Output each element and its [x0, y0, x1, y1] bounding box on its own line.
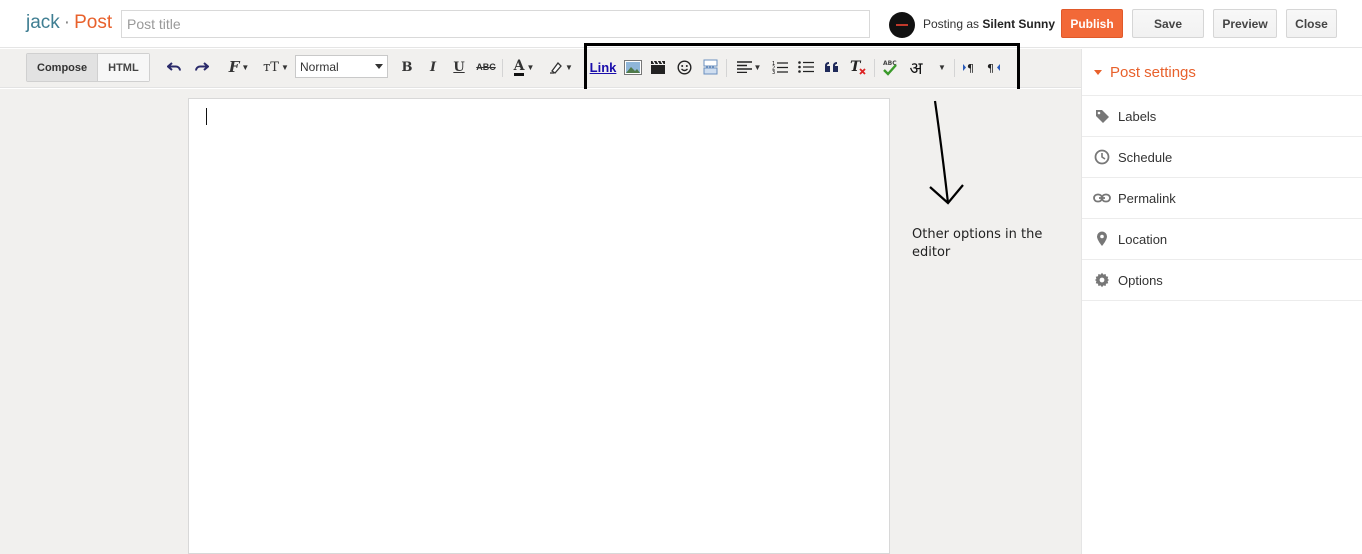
svg-text:3: 3: [772, 70, 775, 74]
post-settings-header[interactable]: Post settings: [1082, 49, 1362, 96]
compose-mode-button[interactable]: Compose: [27, 54, 98, 81]
mode-switcher: Compose HTML: [26, 53, 150, 82]
sidebar-item-schedule[interactable]: Schedule: [1082, 137, 1362, 178]
sidebar-item-options[interactable]: Options: [1082, 260, 1362, 301]
sidebar-item-label: Location: [1118, 231, 1168, 247]
annotation-note: Other options in the editor: [912, 227, 1043, 260]
clock-icon: [1093, 148, 1111, 166]
numbered-list-icon[interactable]: 123: [771, 56, 789, 78]
avatar[interactable]: [889, 12, 915, 38]
tag-icon: [1093, 107, 1111, 125]
format-value: Normal: [300, 59, 339, 74]
italic-icon[interactable]: I: [425, 56, 441, 78]
spellcheck-icon[interactable]: ABC: [880, 56, 900, 78]
pin-icon: [1093, 230, 1111, 248]
publish-button[interactable]: Publish: [1061, 9, 1123, 38]
more-options-chevron-icon[interactable]: ▼: [934, 56, 948, 78]
font-family-icon[interactable]: F ▼: [224, 56, 254, 78]
toolbar-divider: [502, 59, 503, 77]
brand-title[interactable]: jack · Post: [26, 12, 112, 34]
post-body-editor[interactable]: [188, 98, 890, 554]
clear-format-icon[interactable]: T: [848, 56, 868, 78]
text-color-icon[interactable]: A ▼: [509, 56, 539, 78]
font-size-icon[interactable]: тT ▼: [261, 56, 291, 78]
chevron-down-icon: [375, 64, 383, 69]
undo-icon[interactable]: [166, 56, 184, 78]
video-icon[interactable]: [649, 56, 667, 78]
align-icon[interactable]: ▼: [734, 56, 764, 78]
annotation-arrow: [929, 100, 964, 205]
preview-button[interactable]: Preview: [1213, 9, 1277, 38]
text-cursor: [206, 108, 207, 125]
section-name: Post: [74, 12, 113, 33]
sidebar-item-label: Permalink: [1118, 190, 1176, 206]
image-icon[interactable]: [623, 56, 643, 78]
redo-icon[interactable]: [192, 56, 210, 78]
strikethrough-icon[interactable]: ABC: [476, 56, 496, 78]
jump-break-icon[interactable]: [701, 56, 719, 78]
bulleted-list-icon[interactable]: [797, 56, 815, 78]
posting-prefix: Posting as: [923, 17, 980, 31]
html-mode-button[interactable]: HTML: [97, 54, 149, 81]
toolbar-divider: [954, 59, 955, 77]
link-button[interactable]: Link: [590, 56, 617, 78]
ltr-icon[interactable]: ¶: [960, 56, 978, 78]
emoji-icon[interactable]: [675, 56, 693, 78]
sidebar-item-label: Schedule: [1118, 149, 1173, 165]
toolbar-divider: [726, 59, 727, 77]
quote-icon[interactable]: [822, 56, 840, 78]
close-button[interactable]: Close: [1286, 9, 1337, 38]
post-title-input[interactable]: [121, 10, 870, 38]
sidebar-item-permalink[interactable]: Permalink: [1082, 178, 1362, 219]
caret-down-icon: [1094, 69, 1102, 75]
highlight-icon[interactable]: ▼: [546, 56, 576, 78]
brand-separator: ·: [63, 12, 71, 33]
sidebar-item-labels[interactable]: Labels: [1082, 96, 1362, 137]
posting-as-text: Posting as Silent Sunny: [923, 17, 1055, 31]
top-header: jack·Post Posting as Silent Sunny Publis…: [0, 0, 1362, 48]
underline-icon[interactable]: U: [451, 56, 467, 78]
svg-text:¶: ¶: [987, 62, 994, 74]
post-settings-title: Post settings: [1110, 63, 1196, 81]
rtl-icon[interactable]: ¶: [985, 56, 1003, 78]
toolbar-divider: [874, 59, 875, 77]
sidebar-item-label: Labels: [1118, 108, 1157, 124]
sidebar-item-label: Options: [1118, 272, 1163, 288]
save-button[interactable]: Save: [1132, 9, 1204, 38]
author-name: Silent Sunny: [982, 17, 1056, 31]
gear-icon: [1093, 271, 1111, 289]
svg-text:¶: ¶: [967, 62, 974, 74]
editor-toolbar: Compose HTML F ▼ тT ▼ Normal B I U ABC A ▼ …: [0, 49, 1081, 88]
blog-name[interactable]: jack: [26, 12, 60, 33]
link-icon: [1093, 189, 1111, 207]
bold-icon[interactable]: B: [399, 56, 415, 78]
sidebar-item-location[interactable]: Location: [1082, 219, 1362, 260]
transliterate-icon[interactable]: अ: [906, 56, 926, 79]
paragraph-format-select[interactable]: Normal: [295, 55, 388, 78]
post-settings-sidebar: Post settings Labels Schedule Permalink …: [1081, 49, 1362, 554]
